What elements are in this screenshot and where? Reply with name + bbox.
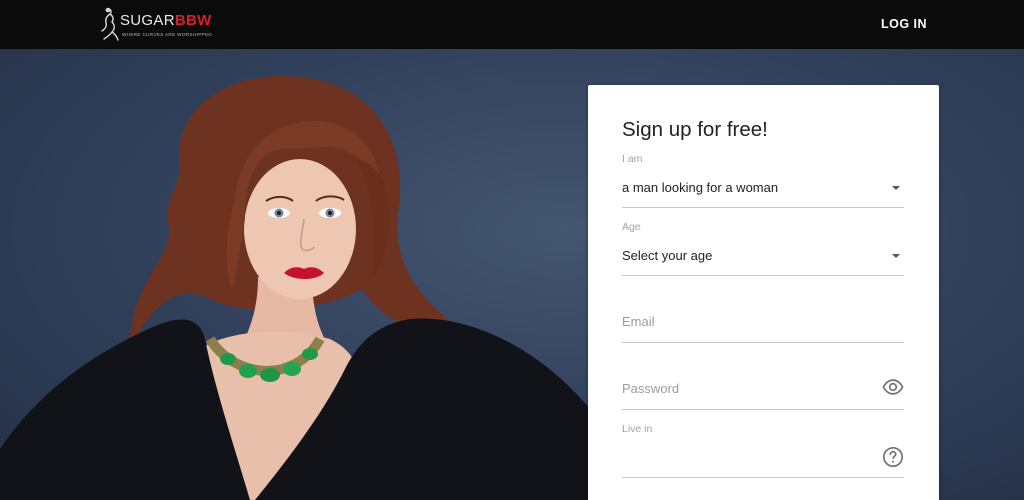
password-underline <box>622 409 904 410</box>
password-field[interactable]: Password <box>622 372 904 412</box>
signup-title: Sign up for free! <box>622 118 768 141</box>
i-am-value: a man looking for a woman <box>622 180 779 195</box>
logo-sugar-text: SUGAR <box>120 12 175 29</box>
silhouette-logo-icon <box>101 7 119 41</box>
age-underline <box>622 275 904 276</box>
site-logo[interactable]: SUGARBBW WHERE CURVES ARE WORSHIPPED <box>96 6 216 42</box>
caret-down-icon <box>892 186 900 190</box>
email-placeholder: Email <box>622 314 655 329</box>
logo-tagline: WHERE CURVES ARE WORSHIPPED <box>122 32 213 37</box>
password-placeholder: Password <box>622 381 680 396</box>
age-value: Select your age <box>622 248 713 263</box>
email-field[interactable]: Email <box>622 305 904 345</box>
logo-wordmark: SUGARBBW <box>120 12 212 29</box>
i-am-underline <box>622 207 904 208</box>
i-am-select[interactable]: I am a man looking for a woman <box>622 153 904 209</box>
caret-down-icon <box>892 254 900 258</box>
live-in-label: Live in <box>622 423 653 435</box>
age-label: Age <box>622 221 641 233</box>
logo-bbw-text: BBW <box>174 12 212 29</box>
email-underline <box>622 342 904 343</box>
age-select[interactable]: Age Select your age <box>622 221 904 277</box>
eye-icon[interactable] <box>882 376 904 398</box>
login-link[interactable]: LOG IN <box>880 14 928 34</box>
live-in-field[interactable]: Live in <box>622 423 904 479</box>
live-in-underline <box>622 477 904 478</box>
signup-card: Sign up for free! I am a man looking for… <box>588 85 939 500</box>
top-navigation-bar: SUGARBBW WHERE CURVES ARE WORSHIPPED LOG… <box>0 0 1024 49</box>
question-circle-icon[interactable] <box>882 446 904 468</box>
i-am-label: I am <box>622 153 643 165</box>
